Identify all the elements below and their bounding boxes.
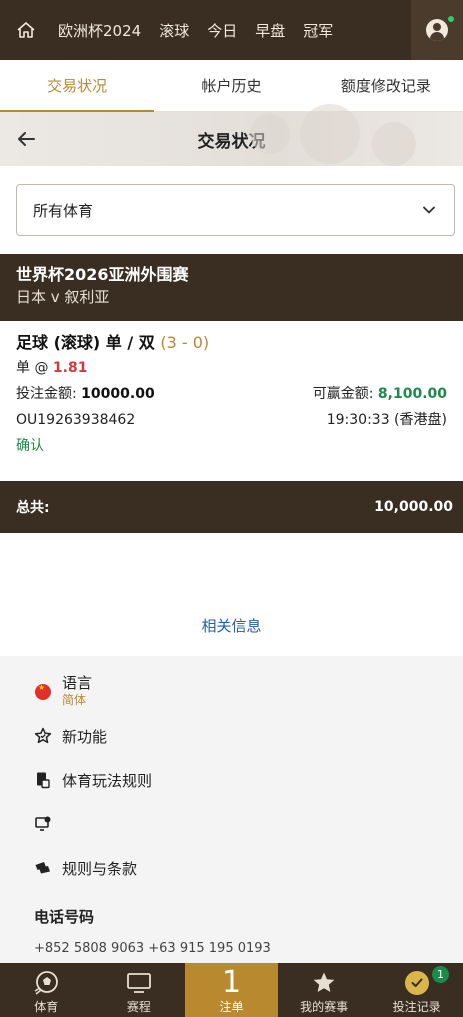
tab-account-history[interactable]: 帐户历史: [154, 60, 308, 111]
page-header: 交易状况: [0, 104, 463, 166]
terms-item[interactable]: 规则与条款: [34, 846, 463, 890]
bottom-nav-bet-records-label: 投注记录: [392, 1000, 441, 1014]
language-value: 简体: [62, 693, 87, 707]
decor-ball: [372, 122, 416, 166]
bet-records-badge: 1: [431, 966, 449, 983]
rulebook-icon: [37, 772, 50, 789]
soccer-ball-icon: [34, 971, 59, 995]
bottom-nav-sports-label: 体育: [34, 1000, 59, 1014]
league-name: 世界杯2026亚洲外围赛: [16, 265, 189, 284]
terms-label: 规则与条款: [62, 859, 138, 878]
bet-status: 确认: [16, 438, 44, 454]
match-header: 世界杯2026亚洲外围赛 日本 v 叙利亚: [0, 254, 463, 321]
tab-transaction-status[interactable]: 交易状况: [0, 60, 155, 112]
betslip-count: 1: [221, 965, 242, 1000]
ref-row: OU19263938462 19:30:33 (香港盘): [16, 407, 447, 433]
bottom-nav-schedule[interactable]: 赛程: [93, 963, 186, 1017]
decor-ball: [300, 104, 360, 164]
bottom-nav-schedule-label: 赛程: [126, 1000, 151, 1014]
star-icon: [34, 727, 52, 744]
bet-time: 19:30:33 (香港盘): [326, 412, 447, 428]
nav-euro-2024[interactable]: 欧洲杯2024: [52, 20, 150, 41]
nav-early[interactable]: 早盘: [246, 20, 294, 41]
total-label: 总共:: [16, 500, 50, 516]
selection-row: 单 @ 1.81: [16, 355, 447, 381]
win-value: 8,100.00: [377, 386, 447, 402]
total-bar: 总共: 10,000.00: [0, 481, 463, 533]
sports-rules-item[interactable]: 体育玩法规则: [34, 758, 463, 802]
home-button[interactable]: [0, 0, 52, 60]
check-circle-icon: [404, 971, 429, 995]
chevron-down-icon: [423, 206, 435, 214]
stake-row: 投注金额: 10000.00 可赢金额: 8,100.00: [16, 381, 447, 407]
nav-outright[interactable]: 冠军: [294, 20, 342, 41]
bottom-nav: 体育 赛程 1 注单 我的赛事 1 投注记录: [0, 963, 463, 1017]
decor-ball: [250, 114, 290, 154]
nav-today[interactable]: 今日: [198, 20, 246, 41]
match-teams: 日本 v 叙利亚: [16, 288, 110, 306]
new-features-label: 新功能: [62, 727, 108, 746]
bottom-nav-my-events-label: 我的赛事: [300, 1000, 349, 1014]
user-icon: [426, 19, 448, 41]
top-nav: 欧洲杯2024 滚球 今日 早盘 冠军: [0, 0, 463, 60]
home-icon: [17, 22, 35, 38]
new-features-item[interactable]: 新功能: [34, 714, 463, 758]
sport-filter-value: 所有体育: [33, 201, 94, 220]
stake-label: 投注金额:: [16, 386, 77, 402]
bottom-nav-betslip-label: 注单: [219, 1000, 244, 1014]
responsible-gaming-item[interactable]: [34, 802, 463, 846]
nav-in-play[interactable]: 滚球: [150, 20, 198, 41]
monitor-settings-icon: [35, 816, 51, 831]
monitor-icon: [126, 973, 151, 993]
star-icon: [313, 972, 335, 992]
back-arrow-icon[interactable]: [14, 127, 38, 151]
phone-numbers[interactable]: +852 5808 9063 +63 915 195 0193: [34, 941, 463, 956]
market-name: 足球 (滚球) 单 / 双: [16, 333, 155, 352]
related-info-link[interactable]: 相关信息: [0, 615, 463, 636]
total-value: 10,000.00: [374, 499, 453, 515]
footer: 语言 简体 新功能 体育玩法规则 规则与条款 电话号码 +852 5808 90…: [0, 656, 463, 963]
online-indicator: [448, 16, 454, 22]
odds-value: 1.81: [52, 360, 88, 376]
bottom-nav-sports[interactable]: 体育: [0, 963, 93, 1017]
tickets-icon: [35, 862, 50, 874]
account-button[interactable]: [411, 0, 463, 60]
language-label: 语言: [62, 674, 93, 692]
sport-filter-select[interactable]: 所有体育: [16, 184, 455, 236]
bet-reference: OU19263938462: [16, 412, 136, 428]
bottom-nav-bet-records[interactable]: 1 投注记录: [370, 963, 463, 1017]
win-label: 可赢金额:: [312, 386, 374, 402]
live-score: (3 - 0): [160, 333, 210, 352]
stake-value: 10000.00: [81, 386, 155, 402]
language-item[interactable]: 语言 简体: [34, 656, 463, 714]
phone-title: 电话号码: [34, 908, 95, 926]
selection-name: 单 @: [16, 360, 49, 376]
bet-market: 足球 (滚球) 单 / 双 (3 - 0): [16, 331, 447, 355]
account-tabs: 交易状况 帐户历史 额度修改记录: [0, 60, 463, 112]
bet-detail: 足球 (滚球) 单 / 双 (3 - 0) 单 @ 1.81 投注金额: 100…: [0, 321, 463, 481]
bottom-nav-betslip[interactable]: 1 注单: [185, 963, 278, 1017]
bottom-nav-my-events[interactable]: 我的赛事: [278, 963, 371, 1017]
sports-rules-label: 体育玩法规则: [62, 771, 153, 790]
china-flag-icon: [35, 683, 51, 700]
